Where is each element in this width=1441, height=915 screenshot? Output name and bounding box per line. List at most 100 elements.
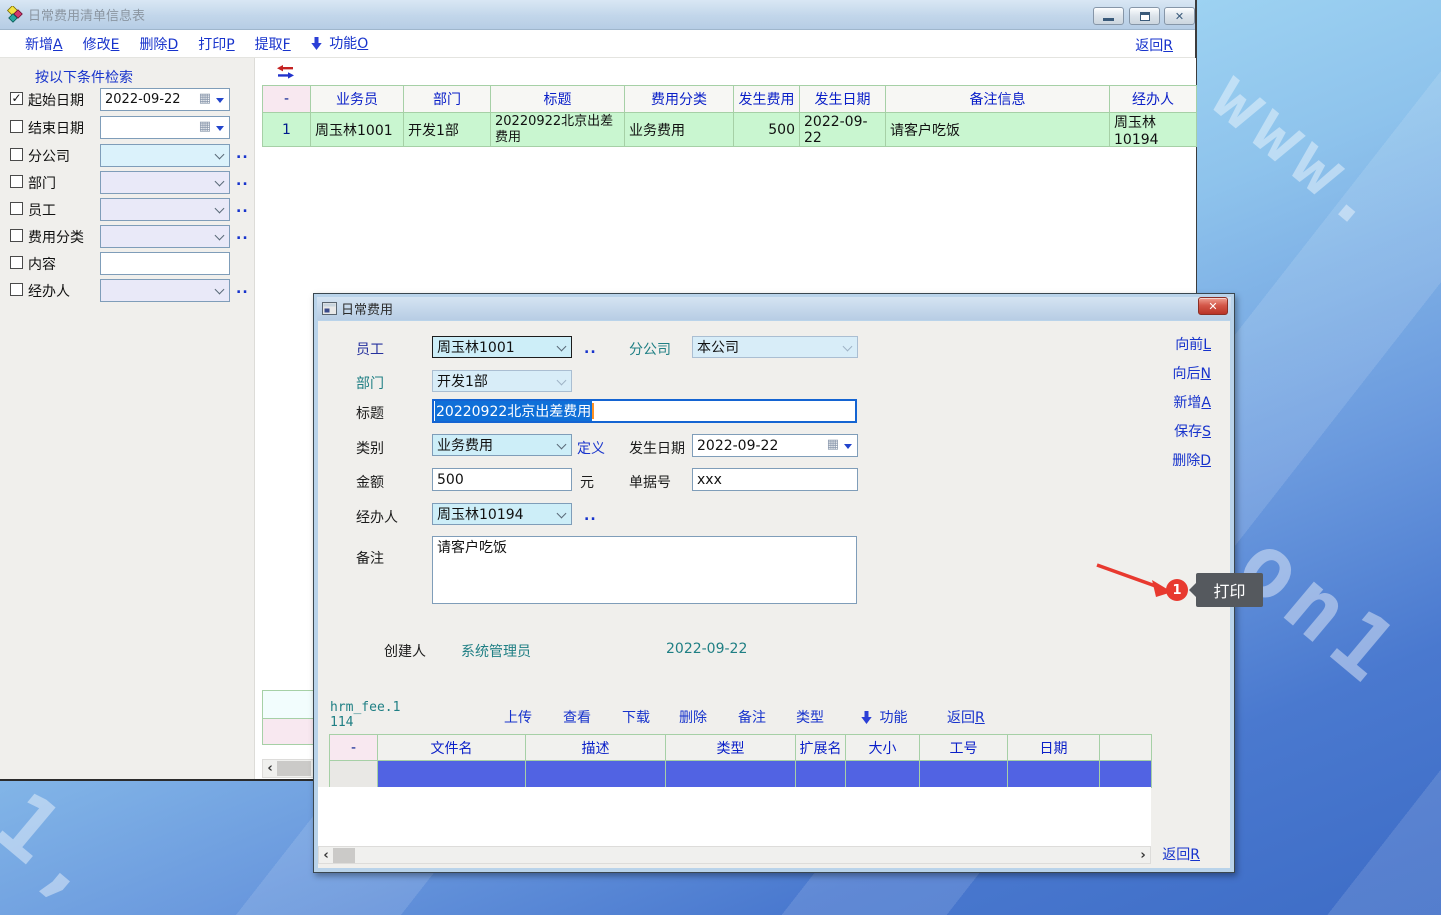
attachment-row-cell[interactable]	[846, 761, 920, 788]
table-cell-amount[interactable]: 500	[734, 113, 800, 147]
attachment-row-cell[interactable]	[666, 761, 796, 788]
title-input[interactable]: 20220922北京出差费用	[432, 399, 857, 423]
attach-note-button[interactable]: 备注	[738, 707, 766, 727]
employee-more-link[interactable]: ..	[584, 341, 597, 357]
edit-button[interactable]: 修改E	[83, 34, 120, 54]
scroll-left-icon[interactable]: ‹	[263, 762, 277, 775]
chevron-down-icon[interactable]	[557, 509, 567, 519]
table-cell-department[interactable]: 开发1部	[404, 113, 491, 147]
department-more-link[interactable]: ..	[236, 173, 249, 189]
attachment-row-cell[interactable]	[796, 761, 846, 788]
branch-select-disabled: 本公司	[692, 336, 858, 358]
department-checkbox[interactable]	[10, 175, 23, 188]
attach-type-button[interactable]: 类型	[796, 707, 824, 727]
employee-more-link[interactable]: ..	[236, 200, 249, 216]
chevron-down-icon[interactable]	[215, 177, 225, 187]
maximize-button[interactable]	[1129, 7, 1160, 25]
employee-select[interactable]: 周玉林1001	[432, 336, 572, 358]
branch-select[interactable]	[100, 144, 230, 167]
content-checkbox[interactable]	[10, 256, 23, 269]
chevron-down-icon[interactable]	[557, 440, 567, 450]
category-more-link[interactable]: ..	[236, 227, 249, 243]
content-input[interactable]	[100, 252, 230, 275]
attachment-horizontal-scrollbar[interactable]: ‹ ›	[318, 846, 1151, 864]
receipt-input[interactable]: xxx	[692, 468, 858, 491]
start-date-checkbox[interactable]	[10, 92, 23, 105]
table-cell-note[interactable]: 请客户吃饭	[886, 113, 1110, 147]
chevron-down-icon[interactable]	[215, 150, 225, 160]
search-row-branch: 分公司 ..	[0, 144, 255, 167]
end-date-input[interactable]: ▦	[100, 116, 230, 139]
dialog-return-button[interactable]: 返回R	[1162, 844, 1200, 864]
close-button[interactable]: ✕	[1164, 7, 1195, 25]
nav-save-button[interactable]: 保存S	[1174, 421, 1211, 441]
attach-upload-button[interactable]: 上传	[504, 707, 532, 727]
chevron-down-icon[interactable]	[215, 231, 225, 241]
attachment-row-cell[interactable]	[330, 761, 378, 788]
attach-return-button[interactable]: 返回R	[947, 707, 985, 727]
table-cell-rownum[interactable]: 1	[263, 113, 311, 147]
attachment-row-cell[interactable]	[920, 761, 1008, 788]
scroll-left-icon[interactable]: ‹	[319, 849, 333, 862]
define-link[interactable]: 定义	[577, 438, 605, 458]
note-textarea[interactable]: 请客户吃饭	[432, 536, 857, 604]
dropdown-arrow-icon[interactable]	[216, 98, 224, 103]
dialog-title-bar[interactable]: 日常费用	[317, 297, 1231, 320]
category-select[interactable]	[100, 225, 230, 248]
chevron-down-icon[interactable]	[215, 204, 225, 214]
category-checkbox[interactable]	[10, 229, 23, 242]
attach-function-menu-button[interactable]: 功能	[861, 707, 907, 728]
branch-checkbox[interactable]	[10, 148, 23, 161]
chevron-down-icon[interactable]	[557, 342, 567, 352]
category-select[interactable]: 业务费用	[432, 434, 572, 456]
table-cell-handler[interactable]: 周玉林10194	[1110, 113, 1197, 147]
table-cell-title[interactable]: 20220922北京出差费用	[491, 113, 625, 147]
attach-delete-button[interactable]: 删除	[679, 707, 707, 727]
amount-input[interactable]: 500	[432, 468, 572, 491]
scrollbar-thumb[interactable]	[277, 761, 311, 776]
department-label: 部门	[28, 173, 56, 193]
employee-select[interactable]	[100, 198, 230, 221]
table-cell-salesperson[interactable]: 周玉林1001	[311, 113, 404, 147]
handler-more-link[interactable]: ..	[236, 281, 249, 297]
nav-add-button[interactable]: 新增A	[1173, 392, 1211, 412]
delete-button[interactable]: 删除D	[139, 34, 178, 54]
handler-checkbox[interactable]	[10, 283, 23, 296]
start-date-input[interactable]: 2022-09-22▦	[100, 88, 230, 111]
handler-select[interactable]: 周玉林10194	[432, 503, 572, 525]
attach-view-button[interactable]: 查看	[563, 707, 591, 727]
attach-download-button[interactable]: 下载	[622, 707, 650, 727]
table-cell-category[interactable]: 业务费用	[625, 113, 734, 147]
nav-prev-button[interactable]: 向前L	[1175, 334, 1211, 354]
table-cell-date[interactable]: 2022-09-22	[800, 113, 886, 147]
handler-label: 经办人	[28, 281, 70, 301]
dropdown-arrow-icon[interactable]	[844, 444, 852, 449]
nav-next-button[interactable]: 向后N	[1173, 363, 1211, 383]
main-title-bar[interactable]: 日常费用清单信息表 ✕	[0, 0, 1195, 30]
dropdown-arrow-icon[interactable]	[216, 126, 224, 131]
function-menu-button[interactable]: 功能O	[311, 33, 368, 54]
scrollbar-thumb[interactable]	[333, 848, 355, 863]
minimize-button[interactable]	[1093, 7, 1124, 25]
print-button[interactable]: 打印P	[198, 34, 234, 54]
attachment-row-cell[interactable]	[378, 761, 526, 788]
dialog-close-button[interactable]: ✕	[1198, 297, 1228, 315]
date-input[interactable]: 2022-09-22▦	[692, 434, 858, 457]
employee-checkbox[interactable]	[10, 202, 23, 215]
attachment-row-cell[interactable]	[1100, 761, 1152, 788]
attachment-row-cell[interactable]	[526, 761, 666, 788]
branch-more-link[interactable]: ..	[236, 146, 249, 162]
add-button[interactable]: 新增A	[25, 34, 63, 54]
handler-select[interactable]	[100, 279, 230, 302]
return-button[interactable]: 返回R	[1135, 35, 1173, 55]
attachment-row-cell[interactable]	[1008, 761, 1100, 788]
end-date-checkbox[interactable]	[10, 120, 23, 133]
handler-more-link[interactable]: ..	[584, 508, 597, 524]
swap-columns-icon[interactable]	[277, 65, 294, 83]
chevron-down-icon[interactable]	[215, 285, 225, 295]
employee-label: 员工	[28, 200, 56, 220]
nav-delete-button[interactable]: 删除D	[1172, 450, 1211, 470]
scroll-right-icon[interactable]: ›	[1136, 849, 1150, 862]
extract-button[interactable]: 提取F	[255, 34, 291, 54]
department-select[interactable]	[100, 171, 230, 194]
